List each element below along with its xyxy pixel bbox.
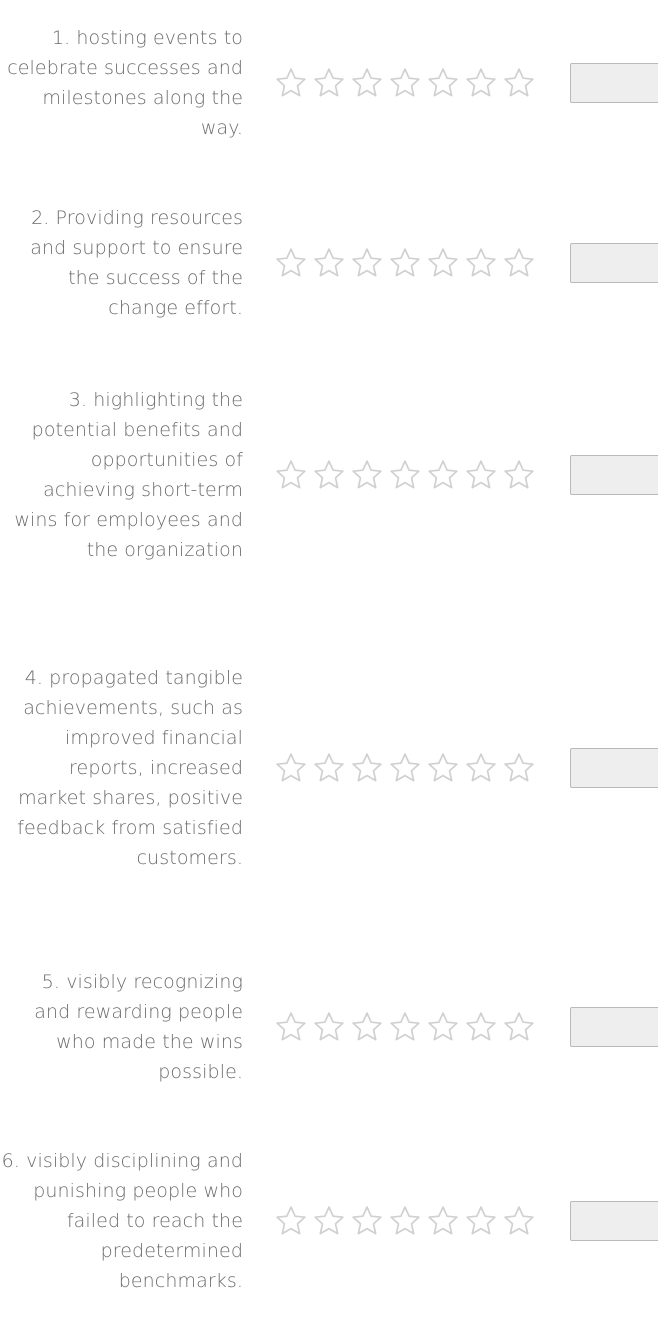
star-outline-icon[interactable] xyxy=(274,1204,308,1238)
star-outline-icon[interactable] xyxy=(312,66,346,100)
star-outline-icon[interactable] xyxy=(502,1204,536,1238)
star-outline-icon[interactable] xyxy=(274,1010,308,1044)
star-rating[interactable] xyxy=(274,66,536,100)
star-rating[interactable] xyxy=(274,751,536,785)
star-outline-icon[interactable] xyxy=(502,458,536,492)
star-outline-icon[interactable] xyxy=(274,751,308,785)
star-outline-icon[interactable] xyxy=(350,751,384,785)
star-outline-icon[interactable] xyxy=(502,66,536,100)
star-outline-icon[interactable] xyxy=(388,751,422,785)
star-outline-icon[interactable] xyxy=(502,751,536,785)
answer-input[interactable] xyxy=(570,63,658,103)
star-outline-icon[interactable] xyxy=(388,246,422,280)
star-outline-icon[interactable] xyxy=(274,246,308,280)
star-rating[interactable] xyxy=(274,458,536,492)
star-outline-icon[interactable] xyxy=(464,458,498,492)
star-outline-icon[interactable] xyxy=(464,1204,498,1238)
star-outline-icon[interactable] xyxy=(312,246,346,280)
answer-input[interactable] xyxy=(570,243,658,283)
answer-input[interactable] xyxy=(570,747,658,788)
question-label: 4. propagated tangible achievements, suc… xyxy=(17,666,243,869)
star-outline-icon[interactable] xyxy=(312,1010,346,1044)
star-outline-icon[interactable] xyxy=(388,66,422,100)
star-outline-icon[interactable] xyxy=(464,751,498,785)
star-rating[interactable] xyxy=(274,1010,536,1044)
star-outline-icon[interactable] xyxy=(464,246,498,280)
answer-input[interactable] xyxy=(570,454,658,495)
question-label: 1. hosting events to celebrate successes… xyxy=(7,27,243,139)
star-outline-icon[interactable] xyxy=(426,751,460,785)
question-row-2: 2. Providing resources and support to en… xyxy=(0,188,658,338)
star-outline-icon[interactable] xyxy=(312,458,346,492)
question-row-1: 1. hosting events to celebrate successes… xyxy=(0,8,658,158)
star-outline-icon[interactable] xyxy=(350,458,384,492)
star-outline-icon[interactable] xyxy=(312,1204,346,1238)
star-outline-icon[interactable] xyxy=(388,1010,422,1044)
star-outline-icon[interactable] xyxy=(502,1010,536,1044)
question-label: 6. visibly disciplining and punishing pe… xyxy=(1,1150,243,1292)
question-row-4: 4. propagated tangible achievements, suc… xyxy=(0,610,658,925)
star-outline-icon[interactable] xyxy=(464,1010,498,1044)
answer-input[interactable] xyxy=(570,1007,658,1047)
star-outline-icon[interactable] xyxy=(426,246,460,280)
star-rating[interactable] xyxy=(274,246,536,280)
star-outline-icon[interactable] xyxy=(350,1010,384,1044)
star-outline-icon[interactable] xyxy=(388,1204,422,1238)
star-outline-icon[interactable] xyxy=(350,1204,384,1238)
star-outline-icon[interactable] xyxy=(502,246,536,280)
question-row-5: 5. visibly recognizing and rewarding peo… xyxy=(0,952,658,1102)
star-rating[interactable] xyxy=(274,1204,536,1238)
star-outline-icon[interactable] xyxy=(464,66,498,100)
answer-input[interactable] xyxy=(570,1201,658,1241)
question-row-3: 3. highlighting the potential benefits a… xyxy=(0,367,658,582)
star-outline-icon[interactable] xyxy=(274,458,308,492)
star-outline-icon[interactable] xyxy=(350,66,384,100)
star-outline-icon[interactable] xyxy=(274,66,308,100)
question-label: 5. visibly recognizing and rewarding peo… xyxy=(34,971,243,1083)
star-outline-icon[interactable] xyxy=(426,1204,460,1238)
star-outline-icon[interactable] xyxy=(426,458,460,492)
question-label: 2. Providing resources and support to en… xyxy=(30,207,243,319)
question-label: 3. highlighting the potential benefits a… xyxy=(14,388,243,561)
question-row-6: 6. visibly disciplining and punishing pe… xyxy=(0,1126,658,1316)
star-outline-icon[interactable] xyxy=(426,1010,460,1044)
star-outline-icon[interactable] xyxy=(426,66,460,100)
star-outline-icon[interactable] xyxy=(350,246,384,280)
star-outline-icon[interactable] xyxy=(312,751,346,785)
star-outline-icon[interactable] xyxy=(388,458,422,492)
